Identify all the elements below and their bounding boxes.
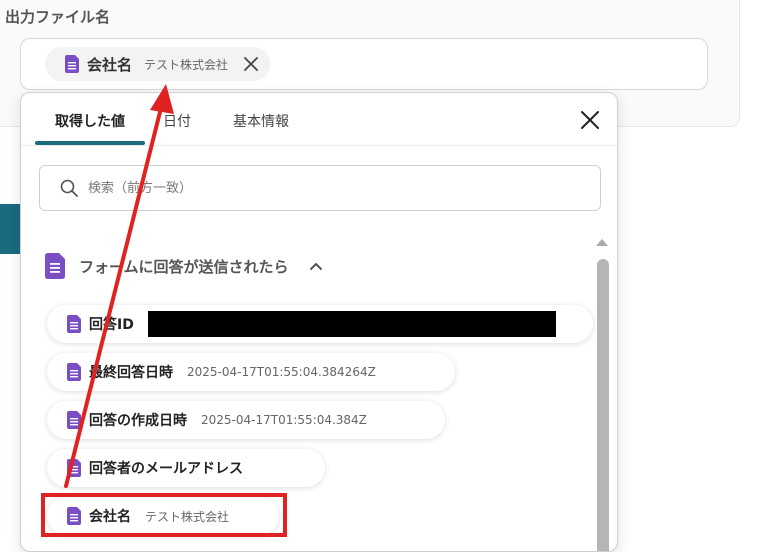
form-doc-icon xyxy=(67,315,81,333)
tab-basic-info[interactable]: 基本情報 xyxy=(233,111,289,131)
scroll-up-icon[interactable] xyxy=(595,237,609,247)
list-item[interactable]: 回答ID xyxy=(47,305,593,343)
form-doc-icon xyxy=(67,459,81,477)
tab-bar: 取得した値 日付 基本情報 xyxy=(21,93,617,146)
variable-pill[interactable]: 会社名 テスト株式会社 xyxy=(45,47,271,81)
item-name: 回答者のメールアドレス xyxy=(89,461,243,477)
value-picker-dropdown: 取得した値 日付 基本情報 フォームに回答が送信されたら xyxy=(20,92,618,552)
tab-date[interactable]: 日付 xyxy=(163,111,191,131)
chevron-up-icon[interactable] xyxy=(309,261,323,271)
section-label: 出力ファイル名 xyxy=(5,8,111,26)
redacted-value xyxy=(147,311,556,337)
active-tab-indicator xyxy=(35,141,145,145)
search-input[interactable] xyxy=(86,179,570,197)
group-header[interactable]: フォームに回答が送信されたら xyxy=(45,253,323,279)
group-label: フォームに回答が送信されたら xyxy=(79,257,289,276)
item-name: 回答ID xyxy=(89,317,134,333)
item-name: 回答の作成日時 xyxy=(89,413,187,429)
form-doc-icon xyxy=(45,253,65,279)
search-field[interactable] xyxy=(39,165,601,211)
tab-acquired-values[interactable]: 取得した値 xyxy=(55,111,125,131)
pill-value: テスト株式会社 xyxy=(144,57,229,72)
scrollbar[interactable] xyxy=(597,259,609,551)
close-icon[interactable] xyxy=(579,109,601,131)
list-item[interactable]: 回答者のメールアドレス xyxy=(47,449,325,487)
annotation-highlight-box xyxy=(41,493,287,537)
form-doc-icon xyxy=(67,411,81,429)
search-icon xyxy=(60,179,78,197)
teal-side-tab xyxy=(0,204,20,254)
form-doc-icon xyxy=(65,55,79,73)
item-value: 2025-04-17T01:55:04.384Z xyxy=(201,413,367,427)
item-name: 最終回答日時 xyxy=(89,365,173,381)
item-value: 2025-04-17T01:55:04.384264Z xyxy=(187,365,376,379)
list-item[interactable]: 最終回答日時 2025-04-17T01:55:04.384264Z xyxy=(47,353,455,391)
list-item[interactable]: 回答の作成日時 2025-04-17T01:55:04.384Z xyxy=(47,401,445,439)
close-icon[interactable] xyxy=(242,55,260,73)
output-filename-field[interactable]: 会社名 テスト株式会社 xyxy=(20,38,708,90)
form-doc-icon xyxy=(67,363,81,381)
pill-name: 会社名 xyxy=(87,55,133,74)
